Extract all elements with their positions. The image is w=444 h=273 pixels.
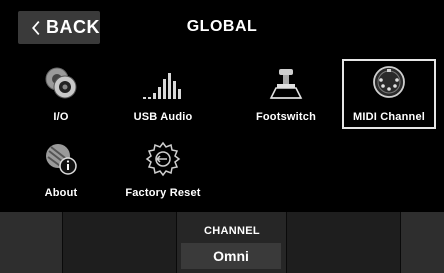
tile-footswitch[interactable]: Footswitch	[239, 59, 333, 129]
tile-factory-reset[interactable]: Factory Reset	[116, 137, 210, 207]
tile-label: About	[44, 187, 78, 199]
about-icon	[46, 144, 77, 175]
io-icon	[45, 67, 77, 99]
midi-din-icon	[373, 66, 405, 98]
footswitch-icon	[269, 69, 303, 99]
factory-reset-icon	[145, 141, 181, 177]
channel-value[interactable]: Omni	[181, 243, 281, 269]
channel-label: CHANNEL	[204, 225, 260, 237]
tile-usb-audio[interactable]: USB Audio	[116, 59, 210, 129]
column-2	[63, 212, 177, 273]
page-title: GLOBAL	[186, 18, 258, 35]
tile-midi-channel[interactable]: MIDI Channel	[342, 59, 436, 129]
usb-audio-icon	[143, 73, 181, 99]
tile-about[interactable]: About	[14, 137, 108, 207]
column-5	[401, 212, 444, 273]
channel-value-text: Omni	[213, 248, 249, 264]
tile-label: Factory Reset	[125, 187, 201, 199]
column-1	[0, 212, 63, 273]
tile-io[interactable]: I/O	[14, 59, 108, 129]
settings-grid: I/O USB Audio Footswitch MIDI Channel Ab…	[0, 57, 444, 207]
tile-label: USB Audio	[133, 111, 193, 123]
title-bar: BACK GLOBAL	[0, 0, 444, 57]
column-4	[287, 212, 401, 273]
tile-label: I/O	[53, 111, 69, 123]
tile-label: Footswitch	[255, 111, 317, 123]
tile-label: MIDI Channel	[352, 111, 426, 123]
